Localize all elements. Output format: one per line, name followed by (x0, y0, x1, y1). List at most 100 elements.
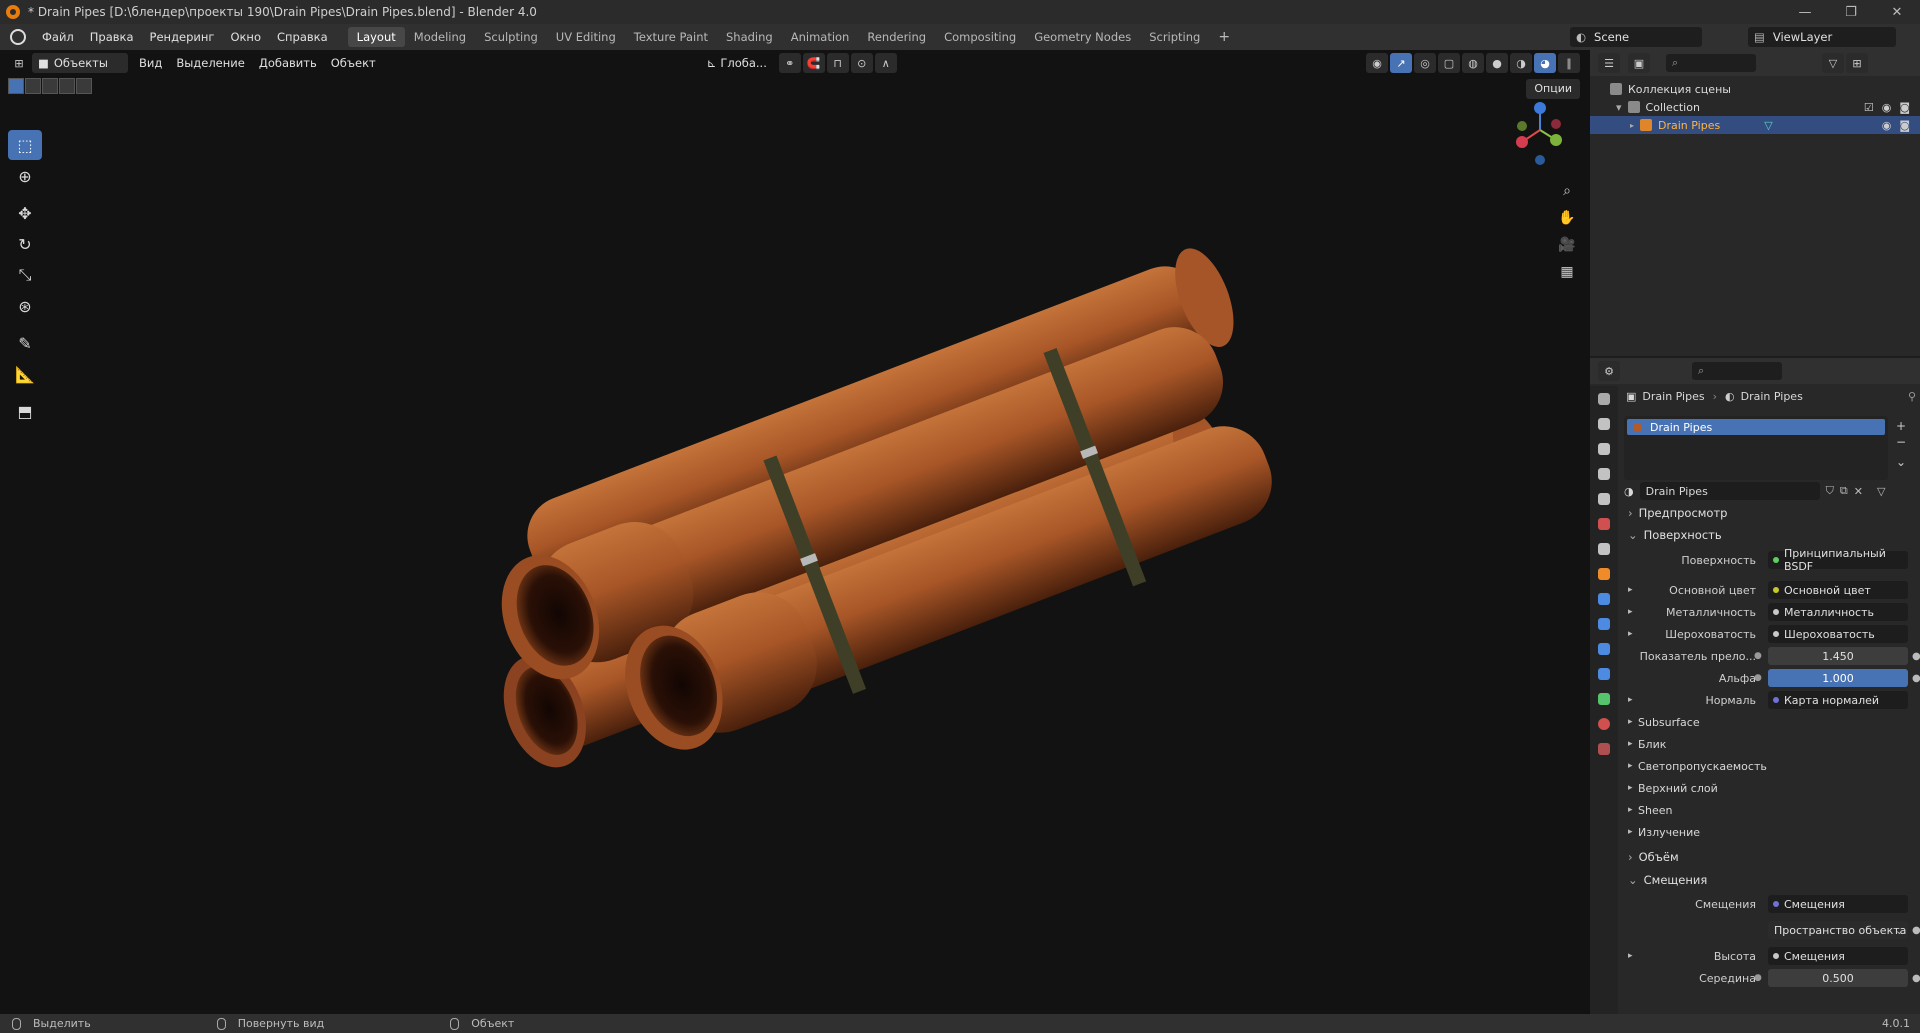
modifier-tab-icon[interactable] (1590, 586, 1618, 611)
eye-icon[interactable]: ◉ (1882, 101, 1892, 114)
new-collection-icon[interactable]: ⊞ (1846, 53, 1868, 73)
world-tab-icon[interactable] (1590, 511, 1618, 536)
tab-texture-paint[interactable]: Texture Paint (625, 27, 717, 47)
ior-field[interactable]: 1.450 (1768, 647, 1908, 665)
menu-edit[interactable]: Правка (82, 24, 142, 50)
fake-user-icon[interactable]: ⛉ (1826, 484, 1834, 498)
duplicate-icon[interactable]: ⧉ (1840, 484, 1848, 498)
render-camera-icon[interactable]: ◙ (1899, 119, 1910, 132)
menu-window[interactable]: Окно (222, 24, 269, 50)
view-layer-tab-icon[interactable] (1590, 461, 1618, 486)
tab-modeling[interactable]: Modeling (405, 27, 475, 47)
expand-icon[interactable]: ▸ (1630, 121, 1634, 130)
maximize-icon[interactable]: ❐ (1828, 0, 1874, 24)
outliner-scene-collection[interactable]: Коллекция сцены (1590, 80, 1920, 98)
tab-scripting[interactable]: Scripting (1140, 27, 1209, 47)
add-workspace-button[interactable]: + (1209, 27, 1239, 47)
outliner-collection[interactable]: ▾ Collection ☑ ◉ ◙ (1590, 98, 1920, 116)
properties-editor-icon[interactable]: ⚙ (1598, 361, 1620, 381)
display-mode-icon[interactable]: ▣ (1628, 53, 1650, 73)
transmission-row[interactable]: ▸ Светопропускаемость (1620, 756, 1920, 776)
tab-rendering[interactable]: Rendering (858, 27, 935, 47)
navigation-gizmo[interactable] (1510, 98, 1570, 170)
data-tab-icon[interactable] (1590, 686, 1618, 711)
remove-slot-icon[interactable]: − (1896, 434, 1906, 450)
collection-tab-icon[interactable] (1590, 536, 1618, 561)
alpha-field[interactable]: 1.000 (1768, 669, 1908, 687)
keyframe-icon[interactable]: ● (1912, 673, 1920, 684)
roughness-field[interactable]: Шероховатость (1768, 625, 1908, 643)
tab-animation[interactable]: Animation (782, 27, 859, 47)
scene-selector[interactable]: ◐ Scene (1570, 27, 1702, 47)
unlink-icon[interactable]: ✕ (1854, 485, 1863, 498)
zoom-icon[interactable]: ⌕ (1553, 177, 1581, 204)
collapse-icon[interactable]: ▾ (1616, 101, 1622, 114)
displacement-field[interactable]: Смещения (1768, 895, 1908, 913)
coat-row[interactable]: ▸ Верхний слой (1620, 778, 1920, 798)
material-name-field[interactable]: Drain Pipes (1639, 482, 1820, 500)
sheen-row[interactable]: ▸ Sheen (1620, 800, 1920, 820)
outliner-drain-pipes[interactable]: ▸ Drain Pipes ▽ ◉ ◙ (1590, 116, 1920, 134)
outliner-editor-icon[interactable]: ☰ (1598, 53, 1620, 73)
viewlayer-selector[interactable]: ▤ ViewLayer (1748, 27, 1896, 47)
material-slot-list[interactable]: Drain Pipes (1624, 416, 1888, 480)
slot-menu-icon[interactable]: ⌄ (1896, 454, 1906, 470)
mesh-data-icon[interactable]: ▽ (1764, 119, 1772, 132)
expand-arrow-icon[interactable]: ▸ (1628, 585, 1633, 595)
render-camera-icon[interactable]: ◙ (1899, 101, 1910, 114)
tab-shading[interactable]: Shading (717, 27, 782, 47)
object-tab-icon[interactable] (1590, 561, 1618, 586)
expand-arrow-icon[interactable]: ▸ (1628, 695, 1633, 705)
space-dropdown[interactable]: Пространство объекта ⌄ (1768, 921, 1908, 939)
camera-icon[interactable]: 🎥 (1553, 231, 1581, 258)
perspective-grid-icon[interactable]: ▦ (1553, 258, 1581, 285)
tool-tab-icon[interactable] (1590, 386, 1618, 411)
tab-uv-editing[interactable]: UV Editing (547, 27, 625, 47)
particles-tab-icon[interactable] (1590, 611, 1618, 636)
section-preview[interactable]: › Предпросмотр (1622, 502, 1918, 524)
filter-icon[interactable]: ▽ (1822, 53, 1844, 73)
add-slot-icon[interactable]: + (1896, 418, 1906, 434)
section-displacement[interactable]: ⌄ Смещения (1622, 869, 1918, 891)
pin-icon[interactable]: ⚲ (1908, 390, 1916, 403)
expand-arrow-icon[interactable]: ▸ (1628, 629, 1633, 639)
keyframe-icon[interactable]: ● (1912, 651, 1920, 662)
base-color-field[interactable]: Основной цвет (1768, 581, 1908, 599)
material-filter-icon[interactable]: ▽ (1877, 485, 1885, 498)
subsurface-row[interactable]: ▸ Subsurface (1620, 712, 1920, 732)
expand-arrow-icon[interactable]: ▸ (1628, 951, 1633, 961)
output-tab-icon[interactable] (1590, 436, 1618, 461)
tab-compositing[interactable]: Compositing (935, 27, 1025, 47)
minimize-icon[interactable]: — (1782, 0, 1828, 24)
checkbox-icon[interactable]: ☑ (1864, 101, 1874, 114)
tab-layout[interactable]: Layout (347, 27, 405, 47)
metallic-field[interactable]: Металличность (1768, 603, 1908, 621)
render-tab-icon[interactable] (1590, 411, 1618, 436)
specular-row[interactable]: ▸ Блик (1620, 734, 1920, 754)
normal-field[interactable]: Карта нормалей (1768, 691, 1908, 709)
height-field[interactable]: Смещения (1768, 947, 1908, 965)
constraints-tab-icon[interactable] (1590, 661, 1618, 686)
menu-render[interactable]: Рендеринг (142, 24, 223, 50)
texture-tab-icon[interactable] (1590, 736, 1618, 761)
close-icon[interactable]: ✕ (1874, 0, 1920, 24)
menu-file[interactable]: Файл (34, 24, 82, 50)
surface-shader-field[interactable]: Принципиальный BSDF (1768, 547, 1908, 573)
physics-tab-icon[interactable] (1590, 636, 1618, 661)
menu-help[interactable]: Справка (269, 24, 336, 50)
keyframe-icon[interactable]: ● (1912, 925, 1920, 936)
scene-tab-icon[interactable] (1590, 486, 1618, 511)
tab-geometry-nodes[interactable]: Geometry Nodes (1025, 27, 1140, 47)
material-slot-row[interactable]: Drain Pipes (1627, 419, 1885, 435)
tab-sculpting[interactable]: Sculpting (475, 27, 547, 47)
eye-icon[interactable]: ◉ (1882, 119, 1892, 132)
blender-menu-icon[interactable] (10, 29, 26, 45)
midlevel-field[interactable]: 0.500 (1768, 969, 1908, 987)
outliner-search-input[interactable]: ⌕ (1666, 54, 1756, 72)
pan-hand-icon[interactable]: ✋ (1553, 204, 1581, 231)
browse-material-icon[interactable]: ◑ (1624, 485, 1634, 498)
section-volume[interactable]: › Объём (1622, 846, 1918, 868)
expand-arrow-icon[interactable]: ▸ (1628, 607, 1633, 617)
section-surface[interactable]: ⌄ Поверхность (1622, 524, 1918, 546)
emission-row[interactable]: ▸ Излучение (1620, 822, 1920, 842)
